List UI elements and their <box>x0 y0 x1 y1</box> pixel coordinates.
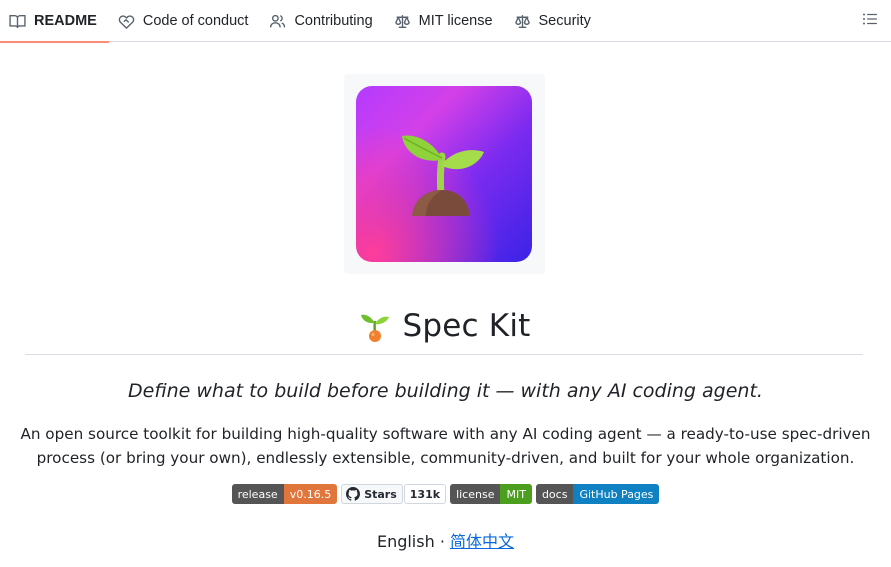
badge-row: release v0.16.5 Stars 131k license MIT d… <box>0 484 891 504</box>
law-icon <box>514 13 531 30</box>
tagline: Define what to build before building it … <box>128 380 763 402</box>
tab-label: Security <box>538 13 591 29</box>
github-stars-badge: Stars 131k <box>341 484 447 504</box>
code-of-conduct-icon <box>118 13 135 30</box>
readme-title: Spec Kit <box>0 304 891 348</box>
sprout-logo-icon <box>402 135 484 216</box>
badge-label: release <box>231 484 284 504</box>
chinese-language-link[interactable]: 简体中文 <box>450 532 514 551</box>
tab-mit-license[interactable]: MIT license <box>385 0 505 42</box>
tab-label: README <box>34 13 97 29</box>
list-unordered-icon <box>863 13 877 25</box>
hero-logo <box>344 74 545 274</box>
book-icon <box>9 13 26 30</box>
language-switcher: English · 简体中文 <box>0 528 891 552</box>
tab-code-of-conduct[interactable]: Code of conduct <box>109 0 261 42</box>
badge-label: license <box>450 484 501 504</box>
tab-contributing[interactable]: Contributing <box>260 0 384 42</box>
seedling-emoji-icon <box>361 314 390 342</box>
docs-badge[interactable]: docs GitHub Pages <box>535 484 660 504</box>
stars-count[interactable]: 131k <box>403 484 447 504</box>
people-icon <box>269 13 286 30</box>
release-badge[interactable]: release v0.16.5 <box>231 484 338 504</box>
page-title: Spec Kit <box>402 308 531 344</box>
github-mark-icon <box>346 487 361 501</box>
tab-label: Code of conduct <box>142 13 249 29</box>
current-language: English <box>376 532 435 551</box>
language-separator: · <box>439 532 445 551</box>
badge-value: GitHub Pages <box>573 484 660 504</box>
badge-label: docs <box>535 484 574 504</box>
spec-kit-logo-tile <box>356 86 532 262</box>
stars-button[interactable]: Stars <box>341 484 403 504</box>
badge-value: v0.16.5 <box>283 484 338 504</box>
tab-readme[interactable]: README <box>0 0 109 43</box>
readme-tab-bar: README Code of conduct Contributing MIT … <box>0 0 891 43</box>
tab-label: Contributing <box>294 13 373 29</box>
outline-button[interactable] <box>861 10 879 28</box>
badge-value: MIT <box>500 484 532 504</box>
heading-divider <box>25 354 863 355</box>
license-badge[interactable]: license MIT <box>450 484 532 504</box>
stars-label: Stars <box>364 487 397 501</box>
tab-label: MIT license <box>418 13 493 29</box>
law-icon <box>394 13 411 30</box>
tab-security[interactable]: Security <box>505 0 603 42</box>
description: An open source toolkit for building high… <box>20 425 871 467</box>
